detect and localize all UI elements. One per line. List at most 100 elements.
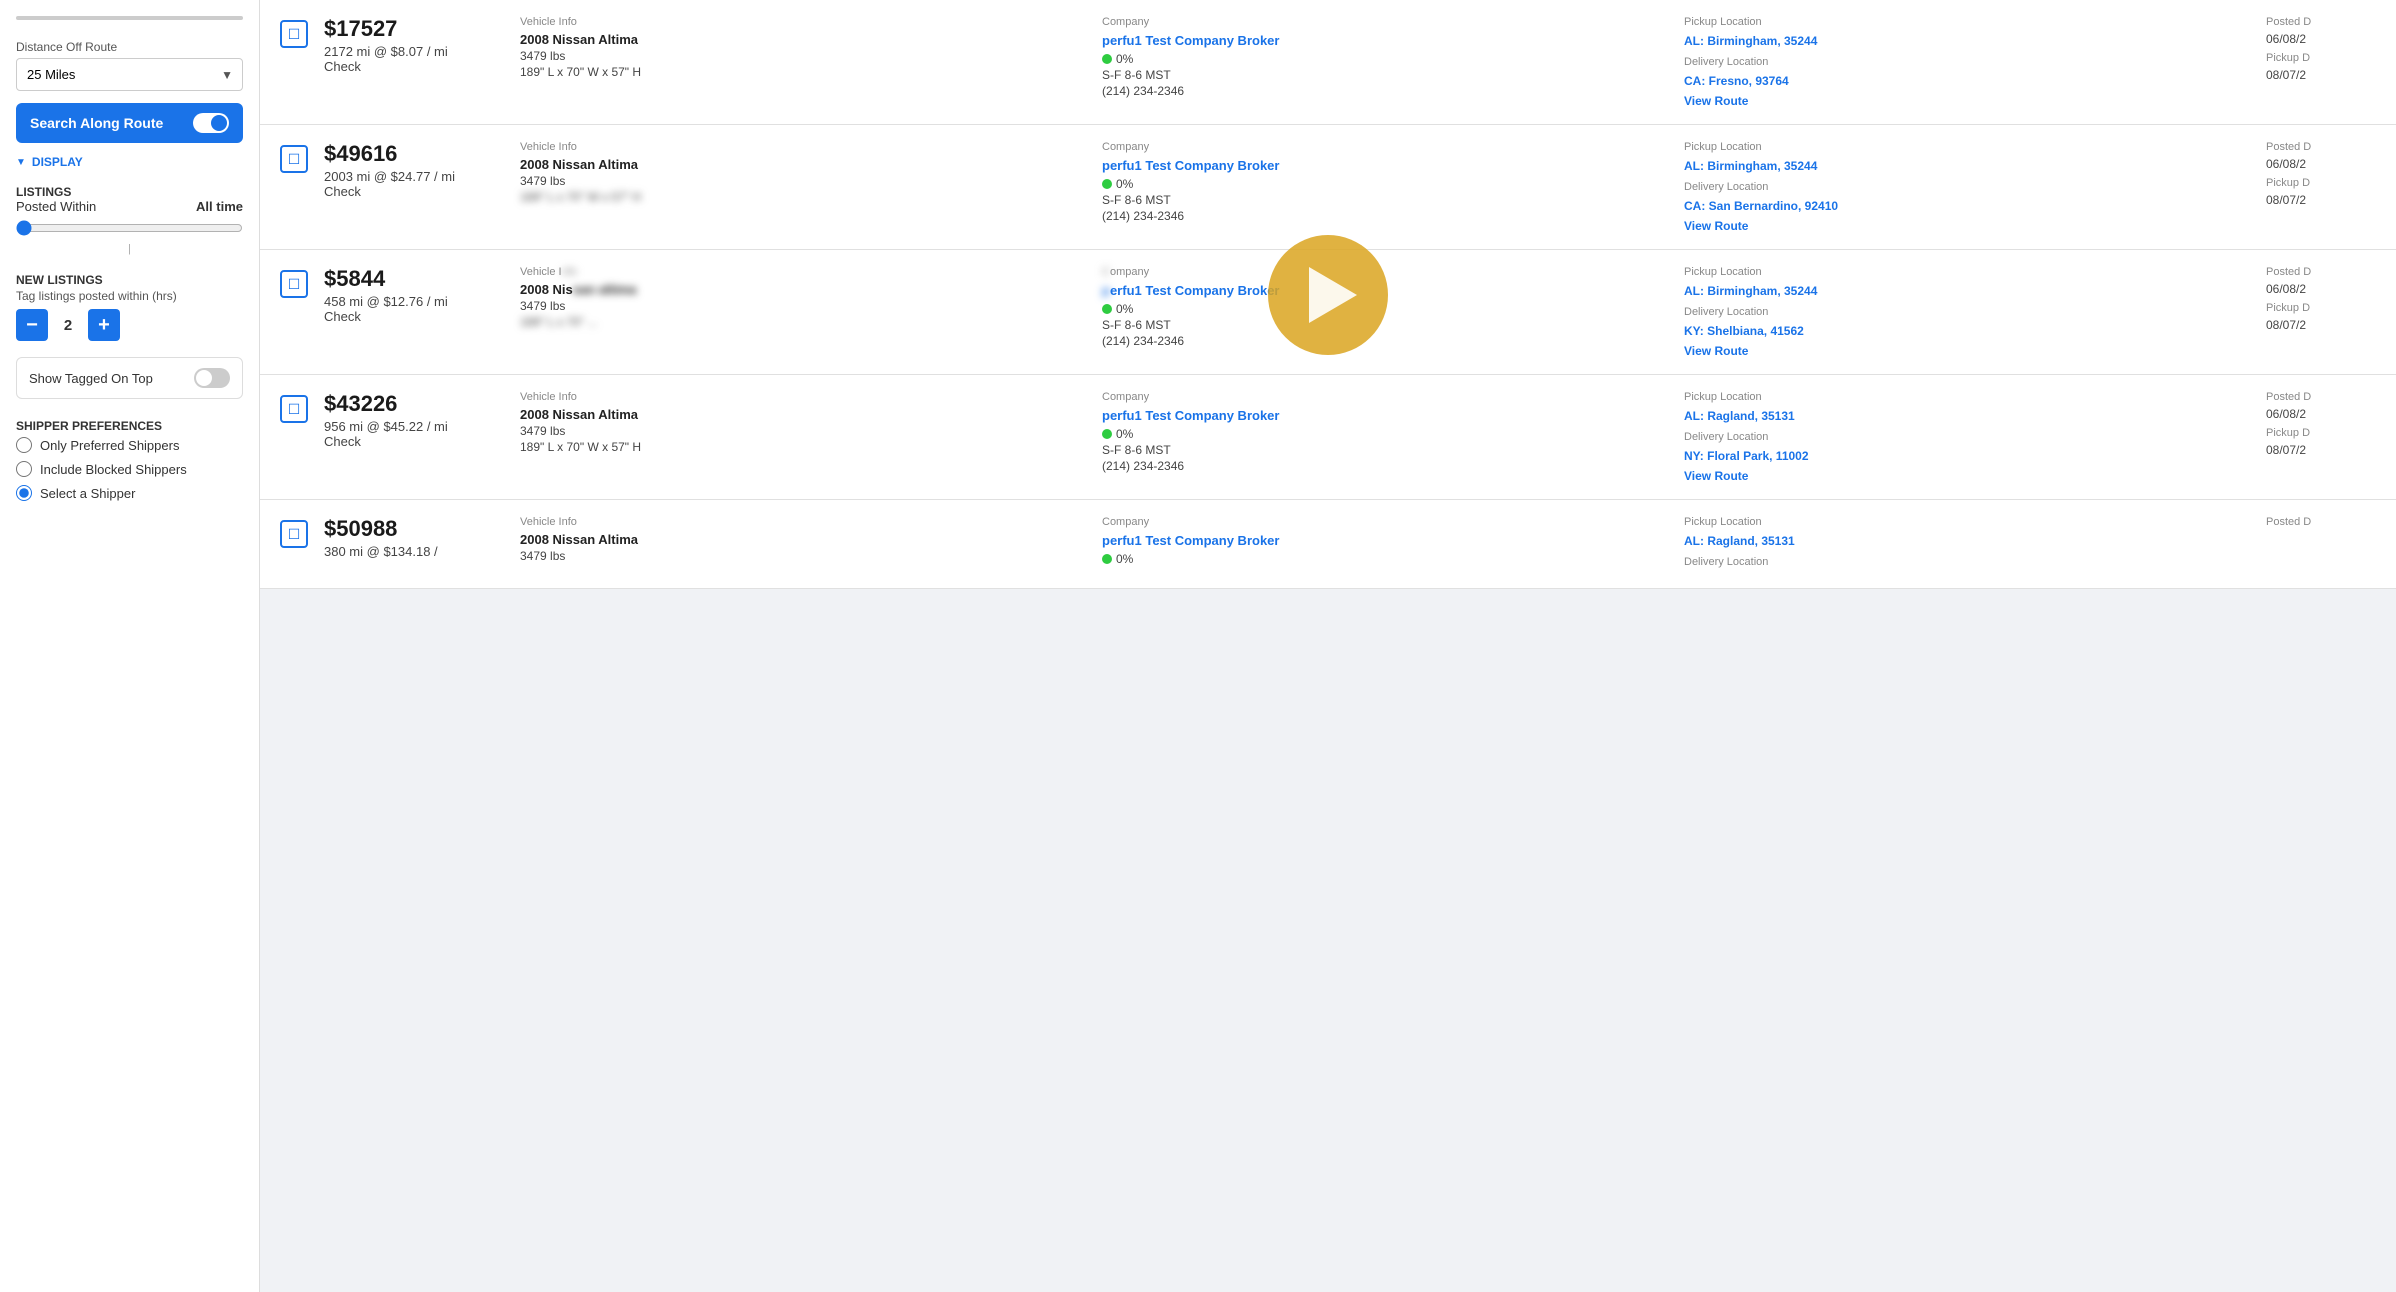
shipper-preferences-section: SHIPPER PREFERENCES Only Preferred Shipp… bbox=[16, 411, 243, 505]
vehicle-name: 2008 Nissan Altima bbox=[520, 157, 1086, 172]
posted-within-slider-container bbox=[16, 220, 243, 241]
vehicle-dimensions: 189" L x 70" ... bbox=[520, 315, 1086, 329]
include-blocked-option[interactable]: Include Blocked Shippers bbox=[16, 457, 243, 481]
listing-checkbox[interactable]: ☐ bbox=[280, 270, 308, 298]
company-label: Company bbox=[1102, 16, 1668, 28]
search-along-route-toggle[interactable] bbox=[193, 113, 229, 133]
pickup-date-label: Pickup D bbox=[2266, 52, 2376, 64]
include-blocked-radio[interactable] bbox=[16, 461, 32, 477]
pickup-date-label: Pickup D bbox=[2266, 427, 2376, 439]
posted-within-slider[interactable] bbox=[16, 220, 243, 236]
vehicle-info-col: Vehicle Info 2008 Nissan altima 3479 lbs… bbox=[520, 266, 1086, 329]
distance-select[interactable]: 10 Miles 25 Miles 50 Miles 100 Miles bbox=[16, 58, 243, 91]
company-col: Company perfu1 Test Company Broker 0% S-… bbox=[1102, 16, 1668, 98]
vehicle-dimensions: 189" L x 70" W x 57" H bbox=[520, 440, 1086, 454]
tag-label: Tag listings posted within (hrs) bbox=[16, 289, 243, 303]
company-link[interactable]: perfu1 Test Company Broker bbox=[1102, 533, 1279, 548]
delivery-location[interactable]: NY: Floral Park, 11002 bbox=[1684, 449, 1809, 463]
vehicle-label: Vehicle Info bbox=[520, 266, 1086, 278]
company-label: Company bbox=[1102, 391, 1668, 403]
stepper-value: 2 bbox=[58, 317, 78, 334]
listing-mileage: 2172 mi @ $8.07 / mi bbox=[324, 44, 504, 59]
delivery-location[interactable]: KY: Shelbiana, 41562 bbox=[1684, 324, 1804, 338]
pickup-location[interactable]: AL: Birmingham, 35244 bbox=[1684, 284, 1817, 298]
view-route-link[interactable]: View Route bbox=[1684, 219, 2250, 233]
delivery-label: Delivery Location bbox=[1684, 556, 2250, 568]
rating-value: 0% bbox=[1116, 552, 1133, 566]
company-hours: S-F 8-6 MST bbox=[1102, 443, 1668, 457]
distance-select-wrapper: 10 Miles 25 Miles 50 Miles 100 Miles ▼ bbox=[16, 58, 243, 91]
pickup-location[interactable]: AL: Ragland, 35131 bbox=[1684, 534, 1795, 548]
listing-payment: Check bbox=[324, 184, 504, 199]
posted-date-label: Posted D bbox=[2266, 266, 2376, 278]
company-rating: 0% bbox=[1102, 427, 1668, 441]
company-rating: 0% bbox=[1102, 52, 1668, 66]
listing-mileage: 458 mi @ $12.76 / mi bbox=[324, 294, 504, 309]
decrement-button[interactable]: − bbox=[16, 309, 48, 341]
vehicle-dimensions: 189" L x 70" W x 57" H bbox=[520, 65, 1086, 79]
only-preferred-label: Only Preferred Shippers bbox=[40, 438, 179, 453]
delivery-label: Delivery Location bbox=[1684, 56, 2250, 68]
company-link[interactable]: perfu1 Test Company Broker bbox=[1102, 283, 1279, 298]
company-link[interactable]: perfu1 Test Company Broker bbox=[1102, 158, 1279, 173]
pickup-label: Pickup Location bbox=[1684, 141, 2250, 153]
distance-off-route-section: Distance Off Route 10 Miles 25 Miles 50 … bbox=[16, 40, 243, 91]
pickup-label: Pickup Location bbox=[1684, 16, 2250, 28]
listing-card: ☐ $17527 2172 mi @ $8.07 / mi Check Vehi… bbox=[260, 0, 2396, 125]
company-label: Company bbox=[1102, 516, 1668, 528]
green-dot-icon bbox=[1102, 554, 1112, 564]
listing-price: $49616 bbox=[324, 141, 504, 167]
vehicle-weight: 3479 lbs bbox=[520, 299, 1086, 313]
shipper-pref-label: SHIPPER PREFERENCES bbox=[16, 419, 243, 433]
posted-col: Posted D 06/08/2 Pickup D 08/07/2 bbox=[2266, 266, 2376, 332]
delivery-label: Delivery Location bbox=[1684, 306, 2250, 318]
only-preferred-radio[interactable] bbox=[16, 437, 32, 453]
select-shipper-radio[interactable] bbox=[16, 485, 32, 501]
only-preferred-option[interactable]: Only Preferred Shippers bbox=[16, 433, 243, 457]
listing-price-section: $43226 956 mi @ $45.22 / mi Check bbox=[324, 391, 504, 449]
posted-col: Posted D bbox=[2266, 516, 2376, 532]
select-shipper-option[interactable]: Select a Shipper bbox=[16, 481, 243, 505]
show-tagged-on-top-row: Show Tagged On Top bbox=[16, 357, 243, 399]
delivery-location[interactable]: CA: Fresno, 93764 bbox=[1684, 74, 1789, 88]
sidebar: Distance Off Route 10 Miles 25 Miles 50 … bbox=[0, 0, 260, 1292]
view-route-link[interactable]: View Route bbox=[1684, 469, 2250, 483]
pickup-date: 08/07/2 bbox=[2266, 318, 2376, 332]
pickup-location[interactable]: AL: Birmingham, 35244 bbox=[1684, 34, 1817, 48]
posted-date: 06/08/2 bbox=[2266, 157, 2376, 171]
vehicle-dimensions: 189" L x 70" W x 57" H bbox=[520, 190, 1086, 204]
delivery-location[interactable]: CA: San Bernardino, 92410 bbox=[1684, 199, 1838, 213]
listing-checkbox[interactable]: ☐ bbox=[280, 395, 308, 423]
listing-payment: Check bbox=[324, 309, 504, 324]
listing-checkbox[interactable]: ☐ bbox=[280, 20, 308, 48]
increment-button[interactable]: + bbox=[88, 309, 120, 341]
view-route-link[interactable]: View Route bbox=[1684, 344, 2250, 358]
company-link[interactable]: perfu1 Test Company Broker bbox=[1102, 33, 1279, 48]
company-col: Company perfu1 Test Company Broker 0% S-… bbox=[1102, 391, 1668, 473]
listings-label: LISTINGS bbox=[16, 185, 243, 199]
company-phone: (214) 234-2346 bbox=[1102, 209, 1668, 223]
search-along-route-button[interactable]: Search Along Route bbox=[16, 103, 243, 143]
green-dot-icon bbox=[1102, 179, 1112, 189]
location-col: Pickup Location AL: Ragland, 35131 Deliv… bbox=[1684, 391, 2250, 483]
cursor-indicator: | bbox=[16, 243, 243, 255]
listing-checkbox[interactable]: ☐ bbox=[280, 145, 308, 173]
posted-date: 06/08/2 bbox=[2266, 32, 2376, 46]
view-route-link[interactable]: View Route bbox=[1684, 94, 2250, 108]
rating-value: 0% bbox=[1116, 52, 1133, 66]
show-tagged-toggle[interactable] bbox=[194, 368, 230, 388]
company-phone: (214) 234-2346 bbox=[1102, 334, 1668, 348]
pickup-location[interactable]: AL: Birmingham, 35244 bbox=[1684, 159, 1817, 173]
listing-checkbox[interactable]: ☐ bbox=[280, 520, 308, 548]
listing-price: $43226 bbox=[324, 391, 504, 417]
rating-value: 0% bbox=[1116, 177, 1133, 191]
play-icon bbox=[1309, 267, 1357, 323]
pickup-location[interactable]: AL: Ragland, 35131 bbox=[1684, 409, 1795, 423]
vehicle-info-col: Vehicle Info 2008 Nissan Altima 3479 lbs bbox=[520, 516, 1086, 563]
company-link[interactable]: perfu1 Test Company Broker bbox=[1102, 408, 1279, 423]
play-button[interactable] bbox=[1268, 235, 1388, 355]
vehicle-weight: 3479 lbs bbox=[520, 49, 1086, 63]
listing-mileage: 2003 mi @ $24.77 / mi bbox=[324, 169, 504, 184]
display-section-header[interactable]: ▼ DISPLAY bbox=[16, 155, 243, 169]
vehicle-name: 2008 Nissan Altima bbox=[520, 407, 1086, 422]
